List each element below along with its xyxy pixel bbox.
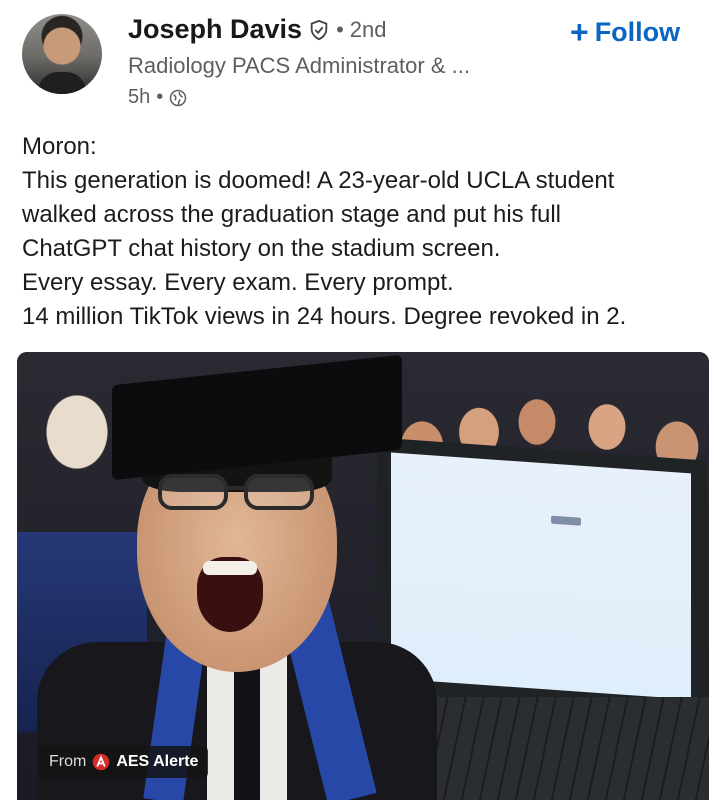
post-line: Moron:	[22, 133, 97, 160]
follow-label: Follow	[594, 17, 681, 47]
verified-icon	[310, 19, 328, 40]
plus-icon: +	[570, 14, 589, 50]
author-name-row: Joseph Davis • 2nd	[128, 14, 387, 45]
post-line: This generation is doomed! A 23-year-old…	[22, 167, 615, 194]
avatar[interactable]	[22, 14, 102, 94]
post-line: walked across the graduation stage and p…	[22, 201, 562, 228]
globe-icon	[170, 89, 187, 106]
graduate-tie	[234, 662, 260, 800]
avatar-shirt	[38, 72, 86, 94]
author-headline: Radiology PACS Administrator & ...	[128, 53, 470, 78]
post-header: Joseph Davis • 2nd Radiology PACS Admini…	[0, 0, 716, 118]
post-video[interactable]: From AES Alerte	[17, 352, 709, 800]
post-meta: 5h •	[128, 86, 187, 109]
post-line: ChatGPT chat history on the stadium scre…	[22, 235, 501, 262]
source-name: AES Alerte	[116, 753, 199, 770]
connection-degree-separator: •	[336, 16, 344, 42]
post-line: Every essay. Every exam. Every prompt.	[22, 269, 454, 296]
screen-tab	[551, 515, 581, 526]
connection-degree: 2nd	[349, 16, 387, 42]
aes-logo-icon	[93, 753, 110, 771]
laptop-screen	[391, 452, 691, 700]
source-badge[interactable]: From AES Alerte	[39, 746, 209, 778]
post-text: Moron: This generation is doomed! A 23-y…	[22, 130, 702, 334]
post-time: 5h	[128, 86, 151, 108]
source-prefix: From	[49, 753, 87, 770]
meta-separator: •	[156, 86, 164, 108]
follow-button[interactable]: + Follow	[570, 14, 681, 50]
open-mouth	[197, 557, 263, 632]
author-name[interactable]: Joseph Davis	[128, 14, 302, 45]
post-line: 14 million TikTok views in 24 hours. Deg…	[22, 303, 627, 330]
glasses	[158, 474, 314, 510]
